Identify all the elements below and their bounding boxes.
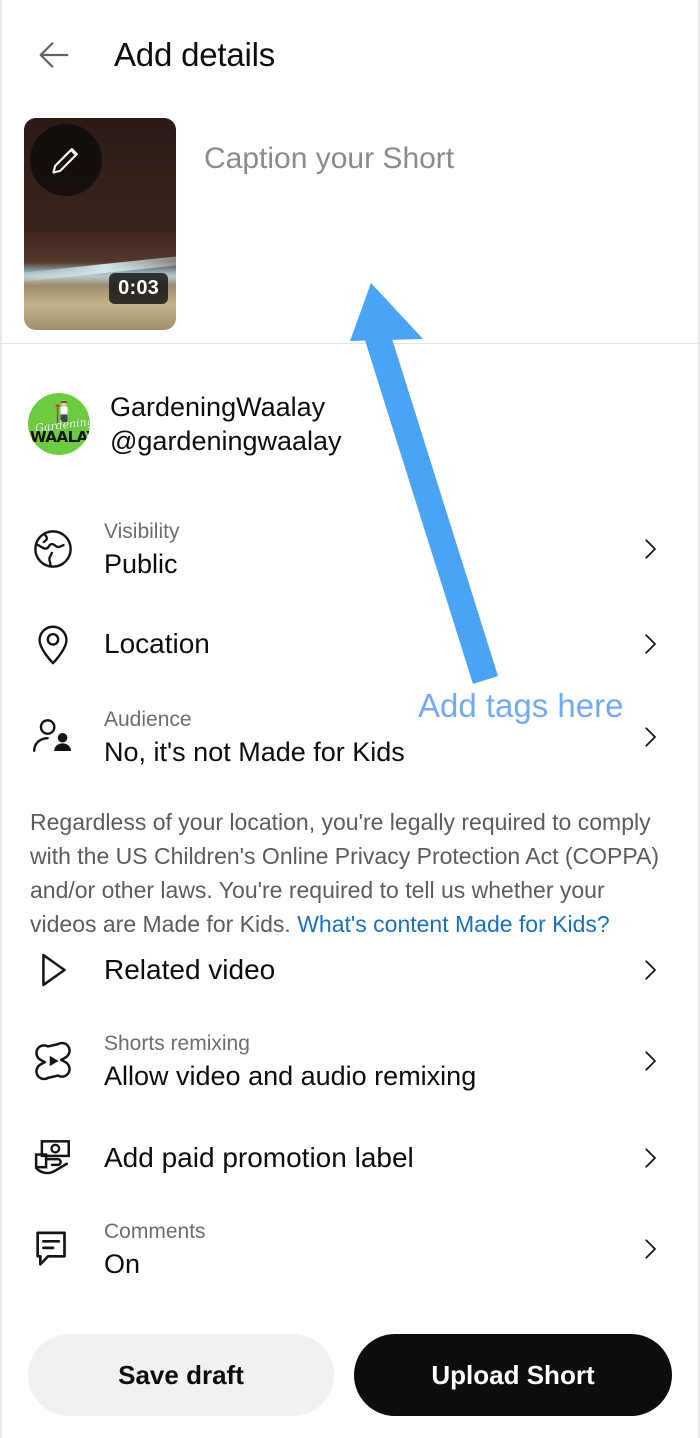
save-draft-button[interactable]: Save draft	[28, 1334, 334, 1416]
row-location-body: Location	[104, 627, 630, 661]
row-related-video-value: Related video	[104, 954, 276, 985]
row-comments[interactable]: Comments On	[2, 1212, 698, 1286]
row-related-video[interactable]: Related video	[2, 940, 698, 1000]
avatar-bold-text: WAALAY	[30, 428, 90, 446]
chevron-right-icon[interactable]	[630, 955, 670, 985]
play-triangle-icon	[26, 947, 80, 993]
back-arrow-icon	[39, 42, 69, 68]
channel-info[interactable]: Gardening WAALAY GardeningWaalay @garden…	[2, 390, 698, 458]
row-comments-label: Comments	[104, 1219, 206, 1243]
app-header: Add details	[2, 0, 698, 110]
back-button[interactable]	[22, 23, 86, 87]
chevron-right-icon[interactable]	[630, 629, 670, 659]
video-thumbnail[interactable]: 0:03	[24, 118, 176, 330]
row-paid-promotion[interactable]: Add paid promotion label	[2, 1128, 698, 1188]
row-audience-value: No, it's not Made for Kids	[104, 736, 405, 767]
row-shorts-remixing-value: Allow video and audio remixing	[104, 1060, 477, 1091]
upload-short-button[interactable]: Upload Short	[354, 1334, 672, 1416]
row-comments-body: Comments On	[104, 1218, 630, 1281]
coppa-link[interactable]: What's content Made for Kids?	[297, 911, 610, 937]
coppa-notice: Regardless of your location, you're lega…	[30, 805, 674, 941]
row-shorts-remixing-body: Shorts remixing Allow video and audio re…	[104, 1030, 630, 1093]
row-visibility-value: Public	[104, 548, 178, 579]
row-shorts-remixing-label: Shorts remixing	[104, 1031, 250, 1055]
globe-icon	[26, 526, 80, 572]
row-location[interactable]: Location	[2, 612, 698, 676]
avatar: Gardening WAALAY	[28, 393, 90, 455]
chevron-right-icon[interactable]	[630, 1046, 670, 1076]
channel-text-group: GardeningWaalay @gardeningwaalay	[110, 390, 342, 458]
audience-people-icon	[26, 714, 80, 760]
caption-block: 0:03 Caption your Short	[2, 118, 698, 343]
pencil-icon	[52, 148, 78, 174]
shorts-remix-icon	[26, 1038, 80, 1084]
edit-thumbnail-button[interactable]	[30, 124, 102, 196]
annotation-label: Add tags here	[418, 687, 624, 724]
page-title: Add details	[114, 36, 276, 73]
row-paid-promotion-body: Add paid promotion label	[104, 1141, 630, 1175]
comment-bubble-icon	[26, 1226, 80, 1272]
footer-actions: Save draft Upload Short	[2, 1334, 698, 1416]
paid-promotion-icon	[26, 1135, 80, 1181]
chevron-right-icon[interactable]	[630, 534, 670, 564]
row-visibility[interactable]: Visibility Public	[2, 512, 698, 586]
row-location-value: Location	[104, 628, 210, 659]
video-duration-badge: 0:03	[109, 273, 168, 304]
row-visibility-label: Visibility	[104, 519, 180, 543]
channel-name: GardeningWaalay	[110, 392, 326, 422]
row-visibility-body: Visibility Public	[104, 518, 630, 581]
location-pin-icon	[26, 621, 80, 667]
add-details-screen: Add details 0:03 Caption your Short Gard…	[0, 0, 700, 1438]
row-comments-value: On	[104, 1248, 141, 1279]
row-related-video-body: Related video	[104, 953, 630, 987]
channel-handle: @gardeningwaalay	[110, 426, 342, 456]
row-shorts-remixing[interactable]: Shorts remixing Allow video and audio re…	[2, 1024, 698, 1098]
caption-input[interactable]: Caption your Short	[204, 142, 454, 343]
section-divider	[2, 343, 698, 344]
row-paid-promotion-value: Add paid promotion label	[104, 1142, 414, 1173]
chevron-right-icon[interactable]	[630, 722, 670, 752]
chevron-right-icon[interactable]	[630, 1234, 670, 1264]
chevron-right-icon[interactable]	[630, 1143, 670, 1173]
